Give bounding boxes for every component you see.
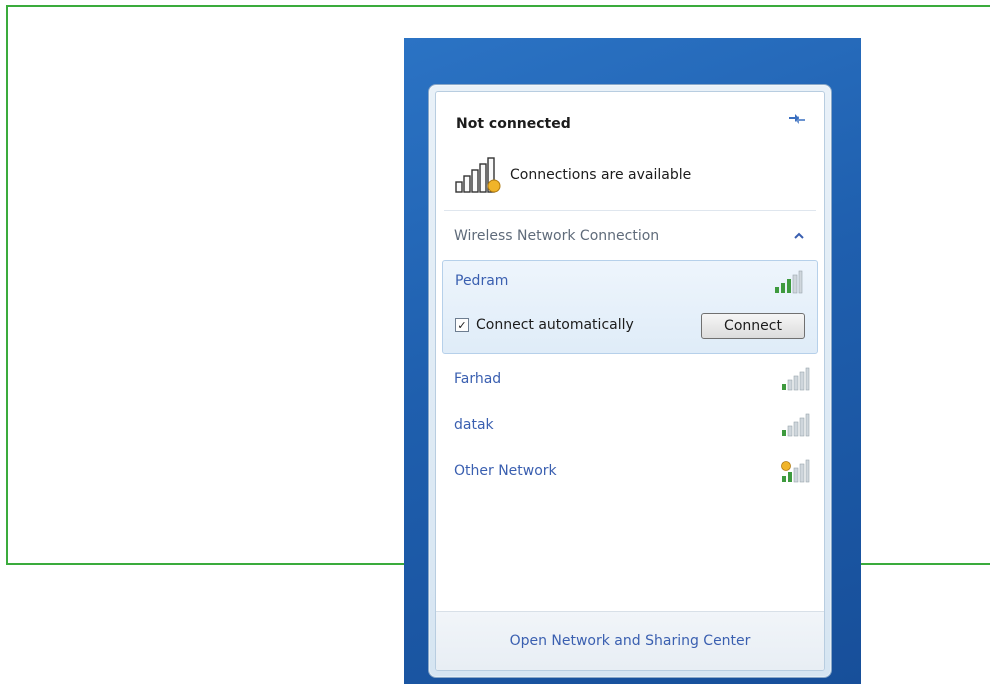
connect-automatically-checkbox[interactable]: ✓: [455, 318, 469, 332]
connect-automatically-option[interactable]: ✓ Connect automatically: [455, 317, 634, 333]
availability-text: Connections are available: [510, 167, 692, 183]
frame-line-bottom-left: [6, 563, 406, 565]
wireless-section-header[interactable]: Wireless Network Connection: [436, 216, 824, 256]
wireless-signal-warning-icon: [455, 157, 501, 193]
network-item[interactable]: datak: [454, 410, 810, 440]
desktop-background: Not connected Connections are available: [404, 38, 861, 684]
network-name[interactable]: datak: [454, 417, 494, 433]
divider: [444, 210, 816, 211]
open-network-sharing-center-link[interactable]: Open Network and Sharing Center: [510, 633, 751, 649]
connection-status-title: Not connected: [456, 116, 571, 132]
signal-strength-unsecured-icon: [781, 459, 810, 483]
network-name[interactable]: Other Network: [454, 463, 557, 479]
connect-button[interactable]: Connect: [701, 313, 805, 339]
availability-row: Connections are available: [454, 156, 691, 194]
signal-strength-icon: [782, 413, 810, 437]
network-item-selected[interactable]: Pedram ✓ Connect automatically Connect: [442, 260, 818, 354]
connect-automatically-label: Connect automatically: [476, 317, 634, 333]
network-item[interactable]: Farhad: [454, 364, 810, 394]
network-flyout-panel: Not connected Connections are available: [435, 91, 825, 671]
flyout-footer: Open Network and Sharing Center: [436, 611, 824, 670]
frame-line-top: [6, 5, 990, 7]
signal-strength-icon: [775, 270, 803, 294]
network-item[interactable]: Other Network: [454, 456, 810, 486]
chevron-up-icon[interactable]: [792, 231, 806, 241]
network-name-selected[interactable]: Pedram: [455, 273, 508, 289]
frame-line-left: [6, 5, 8, 565]
frame-line-bottom-right: [860, 563, 990, 565]
refresh-icon[interactable]: [786, 110, 808, 128]
wireless-section-label: Wireless Network Connection: [454, 228, 660, 244]
network-name[interactable]: Farhad: [454, 371, 501, 387]
page: Not connected Connections are available: [0, 0, 990, 684]
signal-strength-icon: [782, 367, 810, 391]
network-flyout: Not connected Connections are available: [428, 84, 832, 678]
